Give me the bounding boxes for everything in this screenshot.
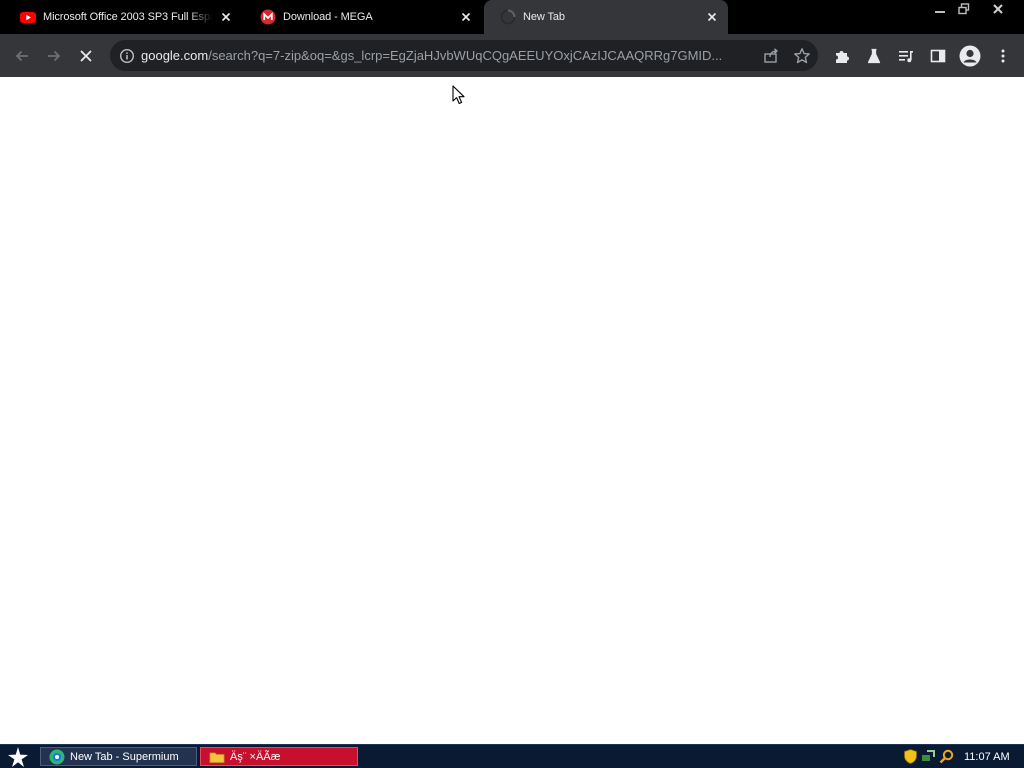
youtube-icon (20, 12, 36, 23)
folder-icon (209, 752, 225, 763)
close-tab-icon[interactable] (704, 9, 720, 25)
stop-loading-button[interactable] (75, 45, 97, 67)
labs-button[interactable] (863, 45, 885, 67)
minimize-icon (935, 10, 945, 13)
search-magnifier-icon[interactable] (939, 749, 954, 764)
close-window-button[interactable] (986, 0, 1010, 17)
system-tray: 11:07 AM (900, 745, 1024, 768)
page-content (0, 77, 1024, 744)
tab-new-tab[interactable]: New Tab (484, 0, 728, 34)
taskbar-item-label: New Tab - Supermium (70, 750, 179, 763)
kebab-menu-icon (1001, 49, 1005, 63)
close-tab-icon[interactable] (218, 9, 234, 25)
tab-title: Microsoft Office 2003 SP3 Full Español (43, 11, 213, 23)
tab-strip: Microsoft Office 2003 SP3 Full Español D… (0, 0, 1024, 34)
tab-title: Download - MEGA (283, 11, 373, 23)
mouse-cursor-icon (452, 85, 465, 105)
taskbar-item-folder[interactable]: Äş¨ ×ÄÃæ (200, 747, 358, 766)
extensions-button[interactable] (831, 45, 853, 67)
profile-button[interactable] (958, 44, 982, 68)
back-arrow-icon (15, 50, 28, 62)
url-host: google.com (141, 48, 209, 63)
reading-list-button[interactable] (895, 45, 917, 67)
tab-mega[interactable]: Download - MEGA (240, 0, 480, 34)
restore-icon (958, 2, 970, 14)
puzzle-piece-icon (836, 51, 849, 63)
back-button[interactable] (11, 45, 33, 67)
forward-button[interactable] (43, 45, 65, 67)
taskbar-item-browser[interactable]: New Tab - Supermium (40, 747, 197, 766)
loading-spinner-icon (500, 9, 516, 25)
minimize-button[interactable] (928, 0, 952, 17)
forward-arrow-icon (48, 50, 61, 62)
close-tab-icon[interactable] (458, 9, 474, 25)
taskbar: New Tab - Supermium Äş¨ ×ÄÃæ 11:07 AM (0, 744, 1024, 768)
tab-youtube[interactable]: Microsoft Office 2003 SP3 Full Español (0, 0, 240, 34)
mega-icon (260, 9, 276, 25)
url-path: /search?q=7-zip&oq=&gs_lcrp=EgZjaHJvbWUq… (208, 48, 723, 63)
restore-button[interactable] (952, 0, 976, 17)
avatar-icon (959, 45, 981, 67)
browser-toolbar: google.com/search?q=7-zip&oq=&gs_lcrp=Eg… (0, 34, 1024, 77)
start-star-icon (8, 746, 28, 767)
taskbar-item-label: Äş¨ ×ÄÃæ (230, 750, 281, 763)
menu-button[interactable] (992, 45, 1014, 67)
security-shield-icon[interactable] (903, 749, 918, 764)
network-status-icon[interactable] (921, 749, 936, 764)
system-clock[interactable]: 11:07 AM (964, 751, 1010, 763)
side-panel-button[interactable] (927, 45, 949, 67)
flask-icon (867, 48, 881, 64)
start-button[interactable] (0, 745, 36, 768)
address-bar[interactable]: google.com/search?q=7-zip&oq=&gs_lcrp=Eg… (110, 40, 818, 71)
site-info-icon[interactable] (119, 48, 135, 64)
share-icon[interactable] (762, 47, 780, 65)
supermium-browser-icon (49, 749, 65, 764)
side-panel-icon (930, 49, 946, 63)
close-icon (993, 3, 1003, 14)
queue-music-icon (899, 51, 913, 63)
url-text[interactable]: google.com/search?q=7-zip&oq=&gs_lcrp=Eg… (141, 48, 747, 64)
tab-title: New Tab (523, 11, 565, 23)
bookmark-star-icon[interactable] (793, 47, 811, 65)
stop-x-icon (80, 50, 92, 62)
